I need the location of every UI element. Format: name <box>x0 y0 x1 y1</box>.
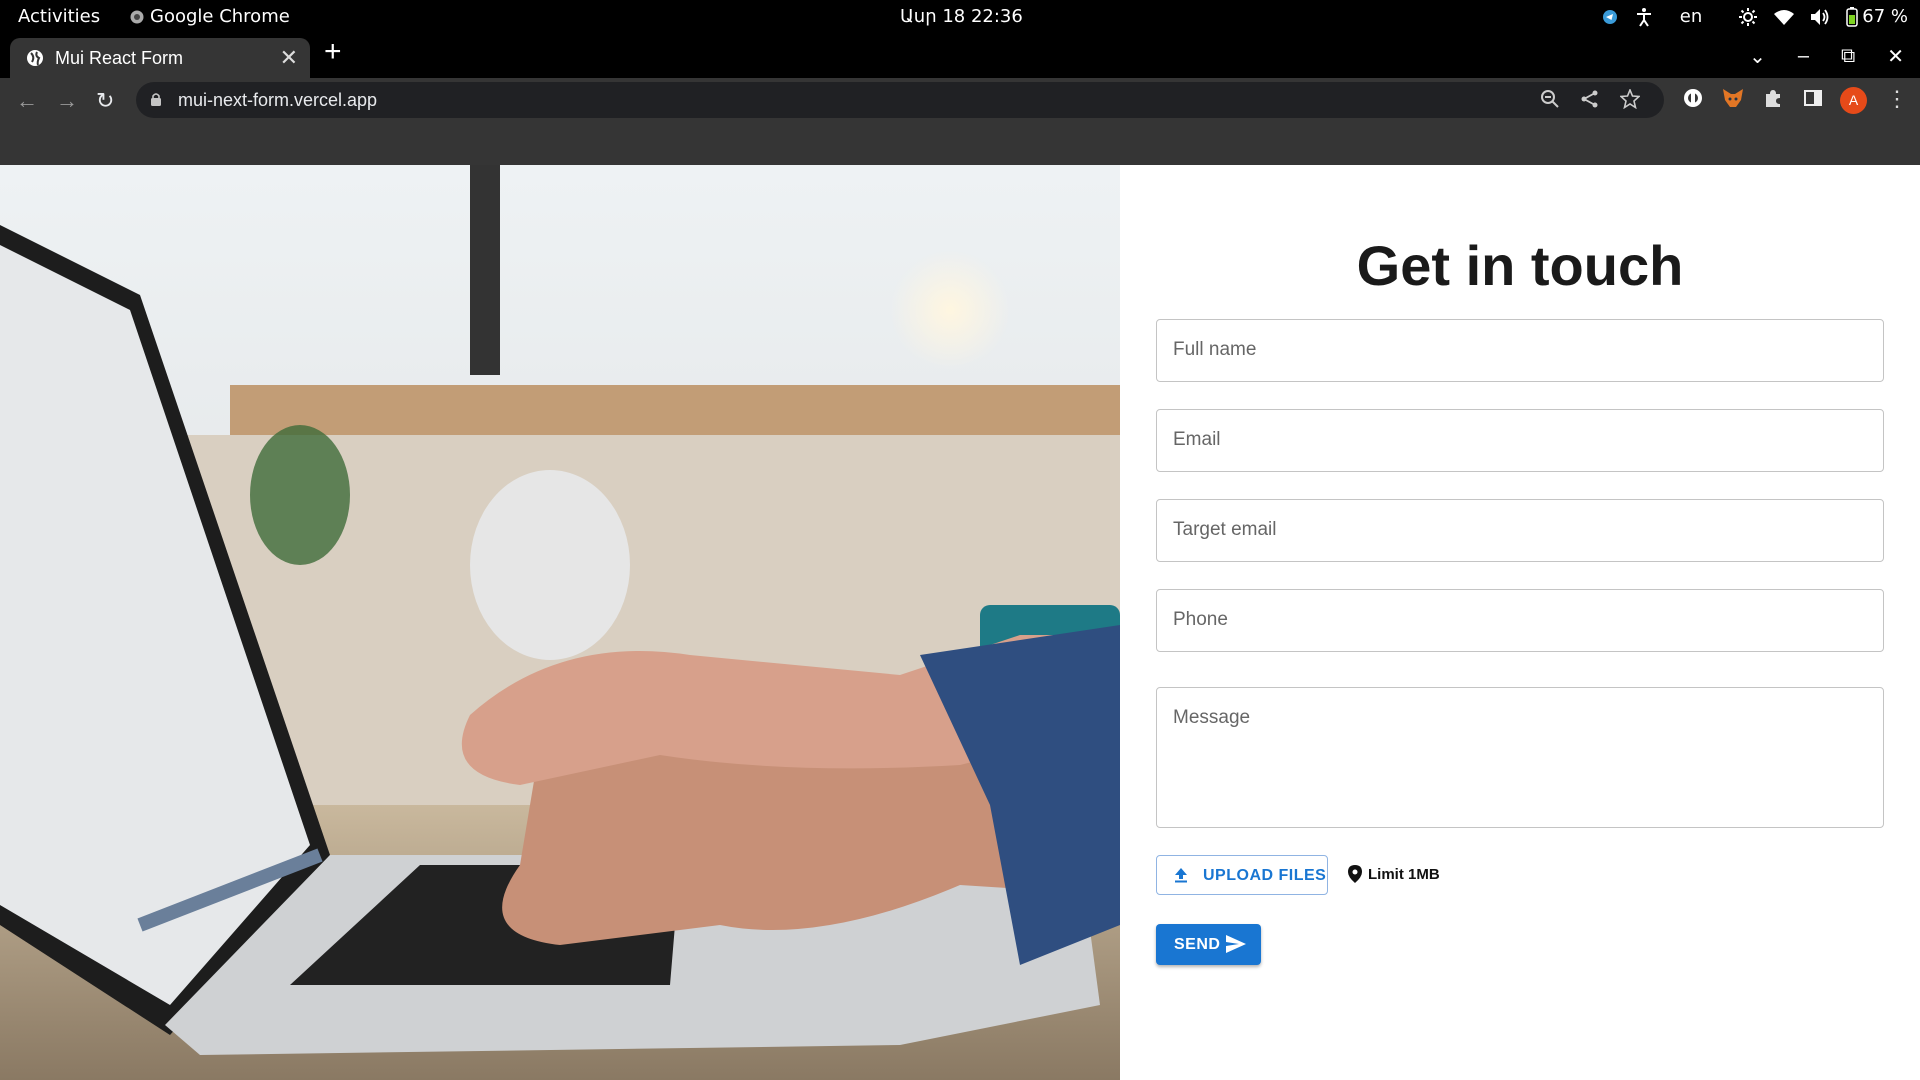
system-top-bar: Activities Google Chrome Աuր 18 22:36 en… <box>0 0 1920 34</box>
phone-label: Phone <box>1173 609 1228 630</box>
metamask-fox-icon[interactable] <box>1722 88 1744 108</box>
bookmark-bar <box>0 123 1920 165</box>
globe-icon <box>27 50 43 66</box>
system-tray[interactable]: en 67 % <box>1602 6 1908 27</box>
full-name-field[interactable]: Full name <box>1156 319 1884 382</box>
send-label: SEND <box>1174 936 1221 953</box>
page-content: Get in touch Full name Email Target emai… <box>0 165 1920 1080</box>
tab-title: Mui React Form <box>55 48 184 68</box>
clock[interactable]: Աuր 18 22:36 <box>900 6 1023 27</box>
tab-active[interactable]: Mui React Form ✕ <box>10 38 310 78</box>
lock-icon[interactable] <box>150 92 162 107</box>
upload-files-button[interactable]: UPLOAD FILES <box>1156 855 1328 895</box>
app-menu[interactable]: Google Chrome <box>130 6 290 27</box>
email-label: Email <box>1173 429 1221 450</box>
send-icon <box>1226 935 1246 953</box>
brightness-icon <box>1739 7 1758 26</box>
target-email-label: Target email <box>1173 519 1277 540</box>
tab-close-icon[interactable]: ✕ <box>280 45 298 71</box>
location-pin-icon <box>1348 865 1362 883</box>
message-label: Message <box>1173 707 1251 728</box>
tab-search-icon[interactable]: ⌄ <box>1749 44 1766 69</box>
form-heading: Get in touch <box>1356 234 1684 297</box>
battery-indicator[interactable]: 67 % <box>1846 6 1908 27</box>
browser-toolbar: ← → ↻ mui-next-form.vercel.app A ⋮ <box>0 78 1920 123</box>
battery-icon <box>1846 6 1859 27</box>
target-email-field[interactable]: Target email <box>1156 499 1884 562</box>
puzzle-icon[interactable] <box>1763 88 1783 108</box>
keyboard-language[interactable]: en <box>1680 6 1702 27</box>
back-arrow-icon[interactable]: ← <box>16 88 38 114</box>
share-icon[interactable] <box>1580 89 1600 109</box>
upload-files-label: UPLOAD FILES <box>1203 867 1327 884</box>
upload-icon <box>1175 868 1187 883</box>
restore-icon[interactable]: ⧉ <box>1841 45 1855 68</box>
profile-avatar[interactable]: A <box>1840 87 1867 114</box>
window-controls: ⌄ – ⧉ ✕ <box>1749 34 1920 78</box>
forward-arrow-icon[interactable]: → <box>56 88 78 114</box>
side-panel-icon[interactable] <box>1803 88 1823 108</box>
chrome-icon <box>130 10 144 23</box>
url-text[interactable]: mui-next-form.vercel.app <box>178 90 377 111</box>
more-menu-icon[interactable]: ⋮ <box>1886 86 1908 112</box>
close-window-icon[interactable]: ✕ <box>1887 44 1904 69</box>
reload-icon[interactable]: ↻ <box>96 88 114 114</box>
send-button[interactable]: SEND <box>1156 924 1261 965</box>
activities-button[interactable]: Activities <box>18 6 100 27</box>
app-name: Google Chrome <box>150 6 290 27</box>
full-name-label: Full name <box>1173 339 1257 360</box>
wifi-icon <box>1774 9 1795 25</box>
zoom-icon[interactable] <box>1540 89 1560 109</box>
hero-image <box>0 165 1120 1080</box>
address-bar[interactable]: mui-next-form.vercel.app <box>136 82 1664 118</box>
accessibility-icon[interactable] <box>1634 7 1654 27</box>
minimize-icon[interactable]: – <box>1798 45 1809 68</box>
limit-label: Limit 1MB <box>1368 865 1440 883</box>
new-tab-button[interactable]: + <box>324 37 342 67</box>
extension-circle-icon[interactable] <box>1683 88 1703 108</box>
telegram-icon[interactable] <box>1602 9 1618 25</box>
star-icon[interactable] <box>1620 89 1640 109</box>
battery-percent: 67 % <box>1862 6 1908 27</box>
volume-icon <box>1811 8 1829 25</box>
file-size-limit: Limit 1MB <box>1348 865 1440 883</box>
tab-strip: Mui React Form ✕ + ⌄ – ⧉ ✕ <box>0 34 1920 78</box>
message-field[interactable]: Message <box>1156 687 1884 828</box>
email-field[interactable]: Email <box>1156 409 1884 472</box>
laptop-typing-photo <box>0 165 1120 1080</box>
phone-field[interactable]: Phone <box>1156 589 1884 652</box>
contact-form: Get in touch Full name Email Target emai… <box>1156 165 1884 1080</box>
